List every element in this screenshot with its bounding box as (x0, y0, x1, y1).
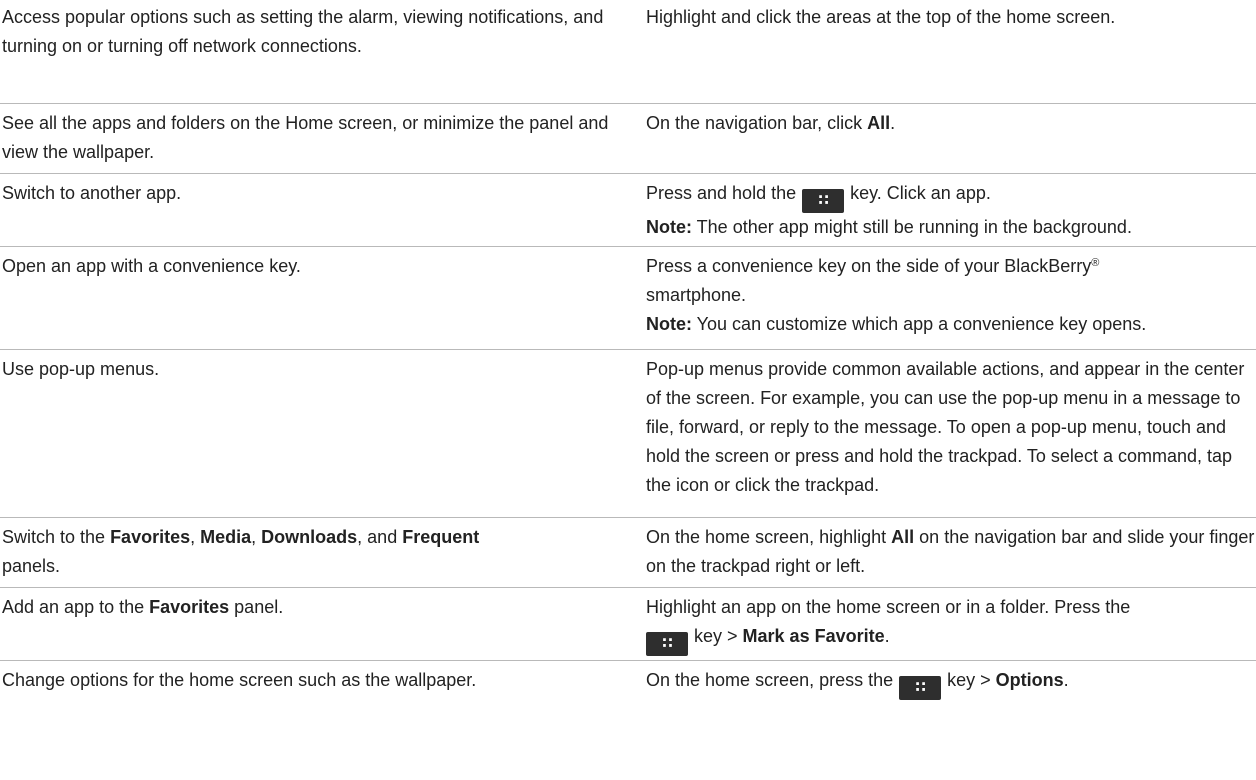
task-bold: Favorites (149, 596, 230, 617)
action-text-end: . (890, 112, 896, 133)
action-text: Pop-up menus provide common available ac… (646, 358, 1245, 495)
note-text: The other app might still be running in … (692, 216, 1132, 237)
registered-mark: ® (1091, 256, 1100, 269)
task-text: Add an app to the (2, 596, 150, 617)
action-text: On the home screen, highlight (646, 526, 892, 547)
action-text: Press and hold the (646, 182, 797, 203)
table-row: Change options for the home screen such … (0, 660, 1256, 704)
action-bold: Options (995, 669, 1064, 690)
task-bold: Favorites (110, 526, 191, 547)
note-label: Note: (646, 313, 692, 334)
action-bold: All (867, 112, 891, 133)
action-text-mid: key > (947, 669, 996, 690)
action-text: Press a convenience key on the side of y… (646, 255, 1092, 276)
table-row: See all the apps and folders on the Home… (0, 103, 1256, 174)
action-text-mid: key > (694, 625, 743, 646)
task-bold: Media (200, 526, 252, 547)
task-text: See all the apps and folders on the Home… (2, 112, 609, 162)
task-text: Change options for the home screen such … (2, 669, 477, 690)
table-row: Switch to the Favorites, Media, Download… (0, 517, 1256, 588)
task-cell: Add an app to the Favorites panel. (0, 587, 632, 661)
action-text: Highlight and click the areas at the top… (646, 7, 1116, 27)
action-bold: Mark as Favorite (742, 625, 885, 646)
action-cell: Pop-up menus provide common available ac… (632, 349, 1256, 518)
table-row: Switch to another app. Press and hold th… (0, 173, 1256, 247)
task-sep: , and (357, 526, 403, 547)
note-text: You can customize which app a convenienc… (692, 313, 1147, 334)
task-sep: , (190, 526, 201, 547)
action-cell: On the home screen, highlight All on the… (632, 517, 1256, 588)
action-text: Highlight an app on the home screen or i… (646, 596, 1131, 617)
task-text: Use pop-up menus. (2, 358, 160, 379)
blackberry-menu-key-icon: ∷ (899, 675, 942, 700)
action-cell: Press and hold the ∷ key. Click an app. No… (632, 173, 1256, 247)
task-cell: See all the apps and folders on the Home… (0, 103, 632, 174)
task-text: Open an app with a convenience key. (2, 255, 301, 276)
task-bold: Frequent (402, 526, 480, 547)
action-cell: Press a convenience key on the side of y… (632, 246, 1256, 350)
action-text-end: . (884, 625, 890, 646)
table-row: Open an app with a convenience key. Pres… (0, 246, 1256, 350)
action-cell: Highlight an app on the home screen or i… (632, 587, 1256, 661)
task-cell: Access popular options such as setting t… (0, 0, 632, 104)
task-text: Switch to another app. (2, 182, 182, 203)
task-bold: Downloads (261, 526, 358, 547)
task-cell: Use pop-up menus. (0, 349, 632, 518)
action-text: On the navigation bar, click (646, 112, 868, 133)
tips-table: Access popular options such as setting t… (0, 0, 1256, 704)
blackberry-menu-key-icon: ∷ (646, 631, 688, 656)
table-row: Use pop-up menus. Pop-up menus provide c… (0, 349, 1256, 518)
action-text: On the home screen, press the (646, 669, 894, 690)
task-cell: Switch to another app. (0, 173, 632, 247)
task-cell: Switch to the Favorites, Media, Download… (0, 517, 632, 588)
action-cell: On the navigation bar, click All. (632, 103, 1256, 174)
action-cell: Highlight and click the areas at the top… (632, 0, 1256, 104)
task-sep: , (251, 526, 262, 547)
task-cell: Change options for the home screen such … (0, 660, 632, 704)
action-bold: All (891, 526, 915, 547)
action-text-end: smartphone. (646, 284, 747, 305)
blackberry-menu-key-icon: ∷ (802, 188, 845, 213)
task-text-end: panels. (2, 555, 61, 576)
note-label: Note: (646, 216, 692, 237)
task-text-end: panel. (229, 596, 284, 617)
task-text: Access popular options such as setting t… (2, 7, 604, 56)
action-text-end: . (1063, 669, 1069, 690)
action-text-end: key. Click an app. (850, 182, 991, 203)
table-row: Access popular options such as setting t… (0, 0, 1256, 104)
table-row: Add an app to the Favorites panel. Highl… (0, 587, 1256, 661)
task-cell: Open an app with a convenience key. (0, 246, 632, 350)
task-text: Switch to the (2, 526, 111, 547)
action-cell: On the home screen, press the ∷ key > Opti… (632, 660, 1256, 704)
